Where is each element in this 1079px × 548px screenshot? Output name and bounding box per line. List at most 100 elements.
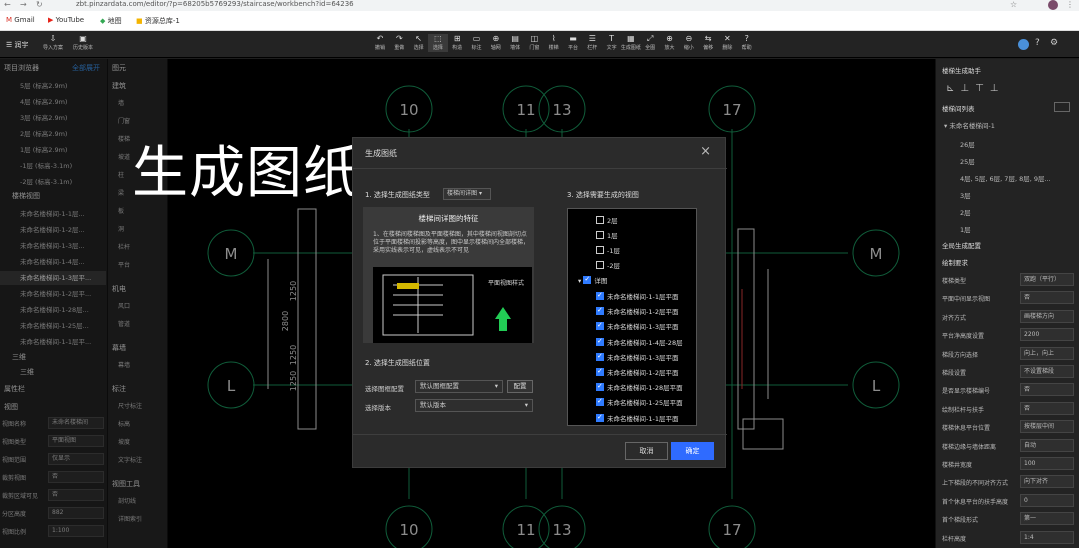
version-select[interactable]: 默认版本 ▾ xyxy=(415,399,533,412)
stair-floor-item[interactable]: 4层, 5层, 6层, 7层, 8层, 9层... xyxy=(960,173,1051,183)
checkbox[interactable] xyxy=(596,397,604,407)
assistant-title[interactable]: 楼梯生成助手 xyxy=(942,65,981,75)
tool-button-18[interactable]: ✕ 删除 xyxy=(717,34,737,52)
browser-menu-icon[interactable]: ⋮ xyxy=(1066,0,1074,9)
checkbox[interactable] xyxy=(596,367,604,376)
frame-config-select[interactable]: 默认图框配置 ▾ xyxy=(415,380,503,393)
detail-group-node[interactable]: ▾ 详图 xyxy=(578,275,607,285)
checkbox[interactable] xyxy=(596,231,604,239)
config-value[interactable]: 否 xyxy=(1020,291,1074,305)
tool-button-10[interactable]: ▬ 平台 xyxy=(563,34,583,52)
tool-button-14[interactable]: ⤢ 全图 xyxy=(640,34,660,52)
stair-floor-item[interactable]: 3层 xyxy=(960,190,971,200)
view-checkbox-item[interactable]: 未命名楼梯间-1-2层平面 xyxy=(596,306,678,316)
config-label: 梯段方向选择 xyxy=(942,351,979,359)
user-avatar[interactable] xyxy=(1018,39,1029,50)
tool-button-7[interactable]: ▤ 墙体 xyxy=(505,34,525,52)
config-value[interactable]: 不设置梯段 xyxy=(1020,365,1074,378)
view-checkbox-item[interactable]: 未命名楼梯间-1-4层-28层 xyxy=(596,337,683,347)
config-value[interactable]: 2200 xyxy=(1020,328,1074,342)
view-checkbox-item[interactable]: 未命名楼梯间-1-1层平面 xyxy=(596,413,678,423)
checkbox[interactable] xyxy=(596,306,604,316)
config-value[interactable]: 否 xyxy=(1020,383,1074,397)
back-icon[interactable]: ← xyxy=(4,0,11,9)
tool-button-1[interactable]: ↷ 重做 xyxy=(389,34,409,52)
tool-button-2[interactable]: ↖ 选择 xyxy=(409,34,429,52)
checkbox[interactable] xyxy=(596,382,604,392)
stair-floor-item[interactable]: 2层 xyxy=(960,207,971,217)
view-checkbox-item[interactable]: 未命名楼梯间-1-1层平面 xyxy=(596,291,678,301)
tool-button-12[interactable]: T 文字 xyxy=(602,34,622,52)
reload-icon[interactable]: ↻ xyxy=(36,0,43,9)
view-checkbox-item[interactable]: 未命名楼梯间-1-3层平面 xyxy=(596,352,678,362)
view-checkbox-item[interactable]: 未命名楼梯间-1-3层平面 xyxy=(596,321,678,331)
stair-floor-item[interactable]: 26层 xyxy=(960,139,975,149)
stair-floor-item[interactable]: 25层 xyxy=(960,156,975,166)
import-plan-button[interactable]: ⇩ 导入方案 xyxy=(40,34,66,52)
tool-icon: ⊕ xyxy=(666,34,673,43)
tool-icon: ↷ xyxy=(395,34,403,43)
config-value[interactable]: 画楼梯方向 xyxy=(1020,309,1074,323)
checkbox[interactable] xyxy=(596,216,604,224)
tool-button-3[interactable]: ⬚ 选择 xyxy=(427,34,448,52)
help-icon[interactable]: ? xyxy=(1035,38,1040,48)
config-value[interactable]: 第一 xyxy=(1020,512,1074,526)
confirm-button[interactable]: 确定 xyxy=(671,442,714,460)
view-checkbox-item[interactable]: 未命名楼梯间-1-25层平面 xyxy=(596,397,683,407)
tool-button-0[interactable]: ↶ 撤销 xyxy=(370,34,390,52)
view-checkbox-item[interactable]: 未命名楼梯间-1-2层平面 xyxy=(596,367,678,377)
floor-checkbox-item[interactable]: -2层 xyxy=(596,260,620,270)
project-name[interactable]: ☰ 润宇 xyxy=(6,40,29,50)
tool-button-17[interactable]: ⇆ 偏移 xyxy=(698,34,718,52)
config-value[interactable]: 0 xyxy=(1020,493,1074,507)
checkbox[interactable] xyxy=(596,413,604,422)
view-checkbox-item[interactable]: 未命名楼梯间-1-28层平面 xyxy=(596,382,683,392)
profile-avatar[interactable] xyxy=(1048,0,1058,10)
settings-icon[interactable]: ⚙ xyxy=(1050,38,1058,48)
checkbox[interactable] xyxy=(596,291,604,300)
config-value[interactable]: 100 xyxy=(1020,457,1074,470)
bookmark-gmail[interactable]: M Gmail xyxy=(6,16,35,24)
tool-button-19[interactable]: ? 帮助 xyxy=(737,34,757,52)
list-view-toggle[interactable] xyxy=(1054,102,1070,112)
tool-button-11[interactable]: ☰ 栏杆 xyxy=(582,34,602,52)
checkbox[interactable] xyxy=(596,352,604,361)
cancel-button[interactable]: 取消 xyxy=(625,442,668,460)
tool-button-5[interactable]: ▭ 标注 xyxy=(467,34,487,52)
config-value[interactable]: 向上，向上 xyxy=(1020,346,1074,360)
checkbox[interactable] xyxy=(596,337,604,346)
bookmark-maps[interactable]: ◆ 地图 xyxy=(100,16,122,26)
tool-button-13[interactable]: ▦ 生成图纸 xyxy=(621,34,641,52)
bookmark-star-icon[interactable]: ☆ xyxy=(1010,0,1017,9)
config-value[interactable]: 否 xyxy=(1020,401,1074,415)
tool-button-8[interactable]: ◫ 门窗 xyxy=(524,34,544,52)
checkbox[interactable] xyxy=(596,246,604,254)
config-value[interactable]: 自动 xyxy=(1020,438,1074,452)
floor-checkbox-item[interactable]: 2层 xyxy=(596,215,618,225)
forward-icon[interactable]: → xyxy=(20,0,27,9)
stair-floor-item[interactable]: 1层 xyxy=(960,224,971,234)
checkbox[interactable] xyxy=(596,261,604,269)
config-value[interactable]: 按楼层中间 xyxy=(1020,420,1074,434)
tool-button-4[interactable]: ⊞ 构造 xyxy=(447,34,467,52)
alignment-icons[interactable]: ⊾⊥⊤⊥ xyxy=(946,83,1005,94)
frame-config-button[interactable]: 配置 xyxy=(507,380,533,393)
checkbox[interactable] xyxy=(596,321,604,331)
config-value[interactable]: 双跑（平行） xyxy=(1020,273,1074,286)
tool-button-16[interactable]: ⊖ 缩小 xyxy=(679,34,699,52)
history-button[interactable]: ▣ 历史版本 xyxy=(70,34,96,52)
tool-button-9[interactable]: ⌇ 楼梯 xyxy=(544,34,564,52)
floor-checkbox-item[interactable]: 1层 xyxy=(596,230,618,240)
stair-tree-node[interactable]: ▾ 未命名楼梯间-1 xyxy=(944,120,995,130)
close-icon[interactable]: × xyxy=(700,144,711,159)
floor-checkbox-item[interactable]: -1层 xyxy=(596,245,620,255)
url-field[interactable]: zbt.pinzardata.com/editor/?p=68205b57692… xyxy=(76,0,354,8)
bookmark-resource[interactable]: ■ 资源总库-1 xyxy=(136,16,180,26)
drawing-type-select[interactable]: 楼梯间详图 ▾ xyxy=(443,188,491,200)
tool-button-6[interactable]: ⊕ 轴网 xyxy=(486,34,506,52)
checkbox[interactable] xyxy=(583,275,592,284)
bookmark-youtube[interactable]: ▶ YouTube xyxy=(48,16,84,24)
config-value[interactable]: 1:4 xyxy=(1020,530,1074,544)
config-value[interactable]: 向下对齐 xyxy=(1020,475,1074,489)
tool-button-15[interactable]: ⊕ 放大 xyxy=(660,34,680,52)
